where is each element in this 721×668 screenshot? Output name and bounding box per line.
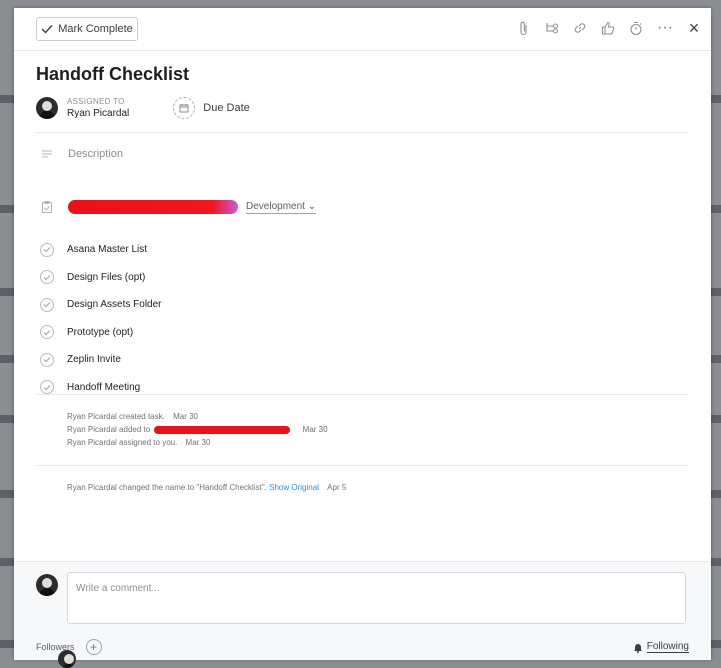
subtask-name[interactable]: Prototype (opt) [67, 327, 133, 338]
assignee-field[interactable]: ASSIGNED TO Ryan Picardal [67, 96, 129, 119]
divider [36, 394, 689, 395]
mark-complete-label: Mark Complete [58, 23, 133, 35]
calendar-icon [173, 96, 196, 119]
add-follower-button[interactable]: + [85, 639, 102, 655]
assignee-name: Ryan Picardal [67, 108, 130, 119]
subtask-item[interactable]: Handoff Meeting [40, 374, 162, 402]
mark-complete-button[interactable]: Mark Complete [36, 17, 138, 41]
subtask-check-icon[interactable] [40, 352, 54, 367]
subtask-name[interactable]: Design Assets Folder [67, 299, 162, 310]
history-user[interactable]: Ryan Picardal [67, 483, 117, 492]
subtask-name[interactable]: Design Files (opt) [67, 272, 145, 283]
history-text: changed the name to "Handoff Checklist". [119, 483, 267, 492]
following-toggle[interactable]: Following [633, 641, 689, 653]
subtask-name[interactable]: Asana Master List [67, 244, 147, 255]
activity-time: Mar 30 [173, 412, 198, 421]
activity-item: Ryan Picardal created task. Mar 30 [67, 410, 328, 423]
activity-item: Ryan Picardal assigned to you. Mar 30 [67, 436, 328, 449]
task-toolbar: Mark Complete ··· × [14, 8, 711, 51]
following-label: Following [646, 641, 689, 653]
activity-text: created task. [119, 412, 165, 421]
activity-item: Ryan Picardal added to Mar 30 [67, 423, 328, 436]
current-user-avatar [36, 574, 58, 596]
activity-user[interactable]: Ryan Picardal [67, 425, 117, 434]
project-row: Development ⌄ [42, 200, 317, 214]
activity-text: added to [119, 425, 151, 434]
subtask-name[interactable]: Handoff Meeting [67, 382, 140, 393]
due-date-label: Due Date [203, 101, 250, 114]
description-placeholder: Description [68, 148, 124, 160]
task-title[interactable]: Handoff Checklist [36, 64, 189, 85]
divider [36, 465, 689, 466]
subtask-list: Asana Master List Design Files (opt) Des… [40, 236, 162, 401]
activity-log: Ryan Picardal created task. Mar 30 Ryan … [67, 410, 328, 449]
show-original-link[interactable]: Show Original [269, 483, 319, 492]
subtask-check-icon[interactable] [40, 325, 54, 340]
like-icon[interactable] [601, 20, 615, 36]
subtask-check-icon[interactable] [40, 270, 54, 285]
subtask-item[interactable]: Zeplin Invite [40, 346, 162, 374]
project-name-redacted[interactable] [68, 200, 238, 214]
subtask-item[interactable]: Design Files (opt) [40, 264, 162, 292]
activity-time: Mar 30 [185, 438, 211, 447]
divider [36, 132, 689, 133]
attachment-icon[interactable] [517, 20, 531, 36]
activity-user[interactable]: Ryan Picardal [67, 438, 117, 447]
activity-text: assigned to you. [119, 438, 178, 447]
follower-avatar[interactable] [58, 650, 76, 668]
assignee-row: ASSIGNED TO Ryan Picardal Due Date [36, 96, 250, 119]
close-icon[interactable]: × [687, 18, 701, 38]
section-dropdown[interactable]: Development ⌄ [246, 201, 317, 214]
more-icon[interactable]: ··· [657, 19, 673, 36]
timer-icon[interactable] [629, 20, 643, 36]
subtask-name[interactable]: Zeplin Invite [67, 354, 121, 365]
project-name-redacted [154, 425, 291, 434]
activity-user[interactable]: Ryan Picardal [67, 412, 117, 421]
task-detail-panel: Mark Complete ··· × Handoff Checklist AS… [14, 8, 711, 668]
assigned-to-label: ASSIGNED TO [67, 97, 125, 106]
due-date-field[interactable]: Due Date [173, 96, 250, 119]
comment-input[interactable]: Write a comment... [67, 572, 686, 624]
history-time: Apr 5 [327, 483, 347, 492]
history-item: Ryan Picardal changed the name to "Hando… [67, 481, 346, 494]
subtask-check-icon[interactable] [40, 242, 54, 257]
subtask-item[interactable]: Asana Master List [40, 236, 162, 264]
assignee-avatar[interactable] [36, 96, 58, 119]
followers-bar: Followers + Following [36, 638, 689, 668]
subtask-item[interactable]: Prototype (opt) [40, 319, 162, 347]
description-icon [42, 150, 52, 158]
link-icon[interactable] [573, 20, 587, 36]
description-field[interactable]: Description [42, 148, 123, 160]
activity-time: Mar 30 [302, 425, 328, 434]
bell-icon [633, 643, 642, 653]
project-icon [42, 201, 52, 213]
check-icon [41, 25, 53, 34]
subtask-icon[interactable] [545, 20, 559, 36]
comment-composer: Write a comment... Followers + Following [14, 561, 711, 668]
subtask-check-icon[interactable] [40, 297, 54, 312]
subtask-item[interactable]: Design Assets Folder [40, 291, 162, 319]
subtask-check-icon[interactable] [40, 380, 54, 395]
